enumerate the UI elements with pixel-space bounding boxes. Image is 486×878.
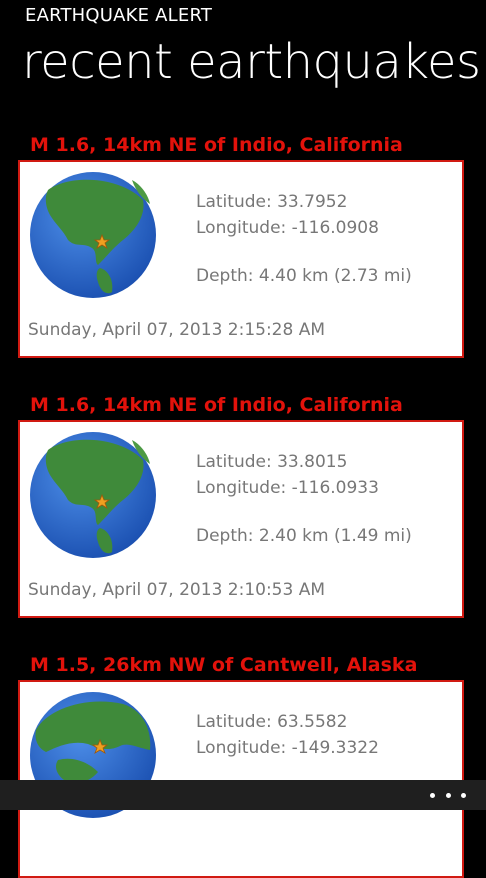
quake-card[interactable]: Latitude: 33.8015 Longitude: -116.0933 D… — [18, 420, 464, 618]
datetime-text: Sunday, April 07, 2013 2:15:28 AM — [28, 320, 326, 340]
app-bar — [0, 780, 486, 810]
depth-text: Depth: 4.40 km (2.73 mi) — [196, 266, 412, 286]
longitude-text: Longitude: -116.0933 — [196, 478, 379, 498]
ellipsis-icon[interactable] — [430, 786, 466, 804]
page-title: recent earthquakes — [22, 34, 481, 90]
datetime-text: Sunday, April 07, 2013 2:10:53 AM — [28, 580, 326, 600]
quake-card[interactable]: Latitude: 33.7952 Longitude: -116.0908 D… — [18, 160, 464, 358]
longitude-text: Longitude: -116.0908 — [196, 218, 379, 238]
depth-text: Depth: 2.40 km (1.49 mi) — [196, 526, 412, 546]
latitude-text: Latitude: 33.7952 — [196, 192, 348, 212]
latitude-text: Latitude: 63.5582 — [196, 712, 348, 732]
app-title: EARTHQUAKE ALERT — [25, 5, 213, 26]
dot — [461, 792, 466, 798]
globe-icon — [30, 172, 156, 298]
dot — [430, 792, 435, 798]
quake-title: M 1.6, 14km NE of Indio, California — [30, 394, 403, 416]
longitude-text: Longitude: -149.3322 — [196, 738, 379, 758]
quake-card[interactable]: Latitude: 63.5582 Longitude: -149.3322 — [18, 680, 464, 878]
latitude-text: Latitude: 33.8015 — [196, 452, 348, 472]
globe-icon — [30, 432, 156, 558]
quake-title: M 1.6, 14km NE of Indio, California — [30, 134, 403, 156]
quake-title: M 1.5, 26km NW of Cantwell, Alaska — [30, 654, 418, 676]
dot — [445, 792, 451, 798]
